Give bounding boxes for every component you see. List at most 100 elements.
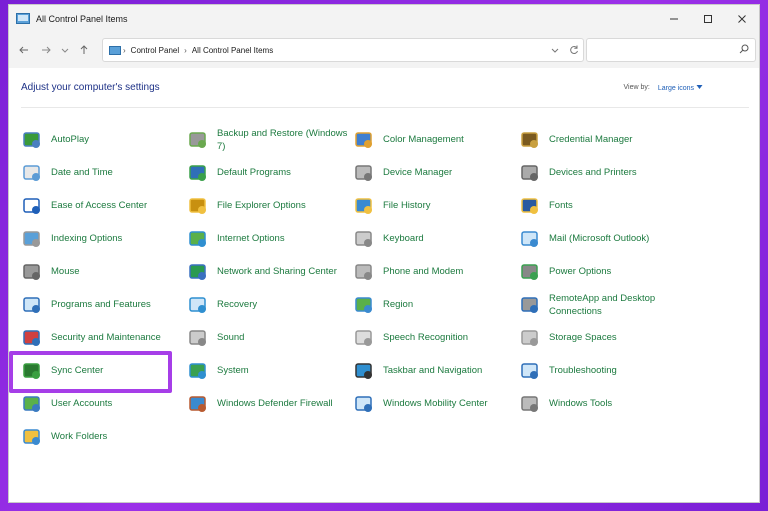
item-icon-wrapper [353,393,375,415]
control-panel-item-windows-mobility-center[interactable]: Windows Mobility Center [351,387,517,420]
item-label: Troubleshooting [549,365,617,376]
item-label: Device Manager [383,167,453,178]
storage-spaces-icon [521,329,538,346]
control-panel-item-ease-of-access-center[interactable]: Ease of Access Center [19,189,185,222]
control-panel-item-sync-center[interactable]: Sync Center [19,354,185,387]
control-panel-item-color-management[interactable]: Color Management [351,123,517,156]
item-label: RemoteApp and Desktop Connections [549,292,656,317]
device-manager-icon [355,164,372,181]
breadcrumb-separator: › [184,45,187,55]
search-input[interactable] [593,39,733,60]
control-panel-item-system[interactable]: System [185,354,351,387]
item-icon-wrapper [187,393,209,415]
item-icon-wrapper [187,261,209,283]
control-panel-item-speech-recognition[interactable]: Speech Recognition [351,321,517,354]
item-label: Color Management [383,134,464,145]
control-panel-item-remoteapp-and-desktop-connections[interactable]: RemoteApp and Desktop Connections [517,288,697,321]
control-panel-item-windows-tools[interactable]: Windows Tools [517,387,697,420]
item-label: Region [383,299,414,310]
control-panel-item-security-and-maintenance[interactable]: Security and Maintenance [19,321,185,354]
control-panel-item-recovery[interactable]: Recovery [185,288,351,321]
mail-icon [521,230,538,247]
item-label: Credential Manager [549,134,633,145]
item-icon-wrapper [353,360,375,382]
item-icon-wrapper [21,162,43,184]
control-panel-item-programs-and-features[interactable]: Programs and Features [19,288,185,321]
item-icon-wrapper [353,195,375,217]
control-panel-item-keyboard[interactable]: Keyboard [351,222,517,255]
address-bar[interactable]: › Control Panel › All Control Panel Item… [102,38,584,62]
control-panel-item-user-accounts[interactable]: User Accounts [19,387,185,420]
control-panel-item-backup-and-restore-windows-7[interactable]: Backup and Restore (Windows 7) [185,123,351,156]
control-panel-item-file-explorer-options[interactable]: File Explorer Options [185,189,351,222]
troubleshooting-icon [521,362,538,379]
system-icon [189,362,206,379]
color-management-icon [355,131,372,148]
item-label: Keyboard [383,233,424,244]
control-panel-item-troubleshooting[interactable]: Troubleshooting [517,354,697,387]
control-panel-item-file-history[interactable]: File History [351,189,517,222]
network-sharing-icon [189,263,206,280]
control-panel-item-mail-microsoft-outlook[interactable]: Mail (Microsoft Outlook) [517,222,697,255]
control-panel-item-power-options[interactable]: Power Options [517,255,697,288]
control-panel-item-mouse[interactable]: Mouse [19,255,185,288]
control-panel-item-internet-options[interactable]: Internet Options [185,222,351,255]
breadcrumb-all-items[interactable]: All Control Panel Items [192,46,273,55]
control-panel-item-network-and-sharing-center[interactable]: Network and Sharing Center [185,255,351,288]
file-explorer-options-icon [189,197,206,214]
control-panel-item-date-and-time[interactable]: Date and Time [19,156,185,189]
minimize-button[interactable] [657,5,691,32]
phone-modem-icon [355,263,372,280]
breadcrumb-control-panel[interactable]: Control Panel [131,46,179,55]
item-label: Windows Tools [549,398,613,409]
item-icon-wrapper [187,360,209,382]
item-label: Devices and Printers [549,167,637,178]
control-panel-item-sound[interactable]: Sound [185,321,351,354]
control-panel-item-default-programs[interactable]: Default Programs [185,156,351,189]
control-panel-item-windows-defender-firewall[interactable]: Windows Defender Firewall [185,387,351,420]
empty-cell [517,420,697,453]
control-panel-item-phone-and-modem[interactable]: Phone and Modem [351,255,517,288]
search-icon [739,44,749,54]
control-panel-item-autoplay[interactable]: AutoPlay [19,123,185,156]
control-panel-item-indexing-options[interactable]: Indexing Options [19,222,185,255]
control-panel-item-taskbar-and-navigation[interactable]: Taskbar and Navigation [351,354,517,387]
chevron-down-icon[interactable] [551,46,559,54]
control-panel-item-region[interactable]: Region [351,288,517,321]
date-time-icon [23,164,40,181]
item-label: Date and Time [51,167,113,178]
item-label: Mouse [51,266,80,277]
item-icon-wrapper [21,327,43,349]
close-button[interactable] [725,5,759,32]
item-label: Windows Defender Firewall [217,398,333,409]
forward-button[interactable] [35,38,57,62]
control-panel-item-credential-manager[interactable]: Credential Manager [517,123,697,156]
control-panel-item-fonts[interactable]: Fonts [517,189,697,222]
empty-cell [185,420,351,453]
item-label: Network and Sharing Center [217,266,337,277]
remoteapp-icon [521,296,538,313]
maximize-button[interactable] [691,5,725,32]
back-button[interactable] [13,38,35,62]
control-panel-item-device-manager[interactable]: Device Manager [351,156,517,189]
item-icon-wrapper [519,195,541,217]
arrow-up-icon [80,45,88,54]
item-icon-wrapper [187,294,209,316]
item-icon-wrapper [21,393,43,415]
view-by-dropdown[interactable]: Large icons [658,84,703,92]
control-panel-item-work-folders[interactable]: Work Folders [19,420,185,453]
item-icon-wrapper [353,261,375,283]
recent-locations-button[interactable] [57,38,73,62]
caret-down-icon [696,85,703,89]
items-grid: AutoPlay Backup and Restore (Windows 7) Co… [19,123,759,453]
control-panel-item-storage-spaces[interactable]: Storage Spaces [517,321,697,354]
item-icon-wrapper [187,129,209,151]
search-box[interactable] [586,38,756,62]
control-panel-item-devices-and-printers[interactable]: Devices and Printers [517,156,697,189]
work-folders-icon [23,428,40,445]
credential-manager-icon [521,131,538,148]
up-button[interactable] [73,38,95,62]
file-history-icon [355,197,372,214]
refresh-icon[interactable] [569,45,579,55]
indexing-options-icon [23,230,40,247]
